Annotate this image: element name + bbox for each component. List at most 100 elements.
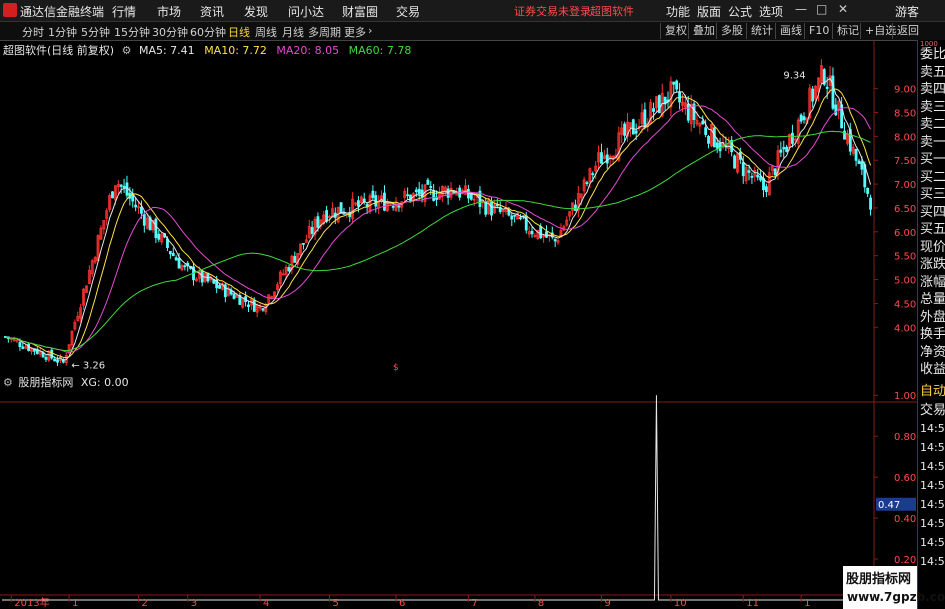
side-field-0: 委比 — [920, 47, 945, 62]
menu-market-quotes[interactable]: 行情 — [112, 3, 136, 20]
menu-news[interactable]: 资讯 — [200, 3, 224, 20]
menu-trade[interactable]: 交易 — [396, 3, 420, 20]
side-field-4: 卖二 — [920, 117, 945, 132]
candle-body — [631, 119, 635, 135]
side-field-6: 买一 — [920, 152, 945, 167]
statistics-button[interactable]: 统计 — [746, 23, 773, 39]
minimize-icon[interactable]: — — [795, 2, 807, 16]
back-button[interactable]: 返回 — [892, 23, 919, 39]
candle-body — [675, 80, 679, 90]
menu-wealth[interactable]: 财富圈 — [342, 3, 378, 20]
menu-ask[interactable]: 问小达 — [288, 3, 324, 20]
candle-body — [406, 194, 410, 197]
ma60-label: MA60: 7.78 — [348, 44, 412, 57]
indicator-legend: ⚙ 股朋指标网 XG: 0.00 — [3, 374, 129, 390]
trade-login-warning[interactable]: 证券交易未登录 — [514, 3, 591, 19]
kline-chart[interactable]: $ 4.00 4.50 5.00 5.50 6.00 6.50 7.00 7.50 8.00 8.… — [0, 40, 917, 609]
side-bottom-2: 14:56 — [920, 422, 945, 435]
candle-body — [495, 204, 499, 207]
candle-body — [183, 265, 187, 268]
maximize-icon[interactable]: □ — [816, 2, 827, 16]
guest-button[interactable]: 游客 — [895, 3, 919, 20]
candle-body — [426, 179, 430, 185]
candle-body — [134, 204, 138, 208]
period-30min[interactable]: 30分钟 — [152, 24, 188, 40]
watermark-logo: 股朋指标网 www.7gpzb.com — [843, 566, 945, 609]
draw-line-button[interactable]: 画线 — [775, 23, 802, 39]
candle-body — [429, 186, 433, 188]
menu-formula[interactable]: 公式 — [728, 3, 752, 20]
period-multi[interactable]: 多周期 — [308, 24, 341, 40]
period-more-chevron-icon[interactable]: › — [368, 24, 372, 37]
period-monthly[interactable]: 月线 — [282, 24, 304, 40]
app-title: 通达信金融终端 — [20, 5, 105, 19]
candle-body — [466, 189, 470, 199]
side-bottom-1: 交易 — [920, 403, 945, 418]
watermark-url: www.7gpzb.com — [847, 590, 945, 604]
period-intraday[interactable]: 分时 — [22, 24, 44, 40]
adjust-button[interactable]: 复权 — [660, 23, 687, 39]
side-bottom-0: 自动 — [920, 384, 945, 399]
indicator-settings-icon[interactable]: ⚙ — [3, 376, 13, 389]
candle-body — [539, 225, 543, 239]
candle-body — [342, 212, 346, 215]
mark-button[interactable]: 标记 — [832, 23, 859, 39]
period-15min[interactable]: 15分钟 — [114, 24, 150, 40]
menu-discover[interactable]: 发现 — [244, 3, 268, 20]
candle-body — [310, 227, 314, 234]
period-toolbar: 分时 1分钟 5分钟 15分钟 30分钟 60分钟 日线 周线 月线 多周期 更… — [0, 22, 945, 41]
period-5min[interactable]: 5分钟 — [81, 24, 110, 40]
candle-body — [261, 308, 265, 311]
side-bottom-8: 14:56 — [920, 536, 945, 549]
candle-body — [782, 147, 786, 150]
watermark-title: 股朋指标网 — [846, 572, 912, 587]
candle-body — [293, 256, 297, 263]
quote-side-panel: 1000 委比 卖五 卖四 卖三 卖二 卖一 买一 买二 买三 买四 买五 现价 涨跌 涨幅 总量 外盘 换手 净资… — [917, 40, 945, 609]
candle-body — [168, 250, 172, 255]
time-tick-label: 11 — [746, 598, 759, 609]
candle-body — [764, 186, 768, 193]
add-favorite-button[interactable]: +自选 — [860, 23, 896, 39]
period-weekly[interactable]: 周线 — [255, 24, 277, 40]
side-field-18: 收益 — [920, 362, 945, 377]
menu-function[interactable]: 功能 — [666, 3, 690, 20]
ma5-line — [5, 77, 872, 361]
period-1min[interactable]: 1分钟 — [48, 24, 77, 40]
side-bottom-6: 14:56 — [920, 498, 945, 511]
time-tick-label: 2 — [142, 598, 148, 609]
candle-body — [446, 188, 450, 198]
side-field-11: 现价 — [920, 239, 945, 255]
side-field-15: 外盘 — [920, 309, 945, 325]
candle-body — [371, 190, 375, 198]
candle-body — [811, 88, 815, 102]
menu-layout[interactable]: 版面 — [697, 3, 721, 20]
candle-body — [391, 205, 395, 208]
price-tick-label: 7.50 — [894, 156, 916, 167]
period-daily[interactable]: 日线 — [228, 24, 250, 40]
candle-body — [785, 146, 789, 152]
multi-stock-button[interactable]: 多股 — [716, 23, 743, 39]
candle-body — [623, 123, 627, 136]
period-60min[interactable]: 60分钟 — [190, 24, 226, 40]
candle-body — [417, 188, 421, 195]
side-field-17: 净资 — [920, 344, 945, 360]
candle-body — [177, 257, 181, 269]
close-icon[interactable]: ✕ — [838, 2, 848, 16]
menu-options[interactable]: 选项 — [759, 3, 783, 20]
candle-body — [469, 193, 473, 200]
candle-body — [574, 204, 577, 211]
period-more[interactable]: 更多 — [344, 24, 366, 40]
side-field-13: 涨幅 — [920, 274, 945, 290]
candle-body — [490, 201, 493, 216]
side-field-7: 买二 — [920, 169, 945, 185]
time-tick-label: 3 — [191, 598, 197, 609]
candle-body — [484, 201, 488, 215]
time-tick-label: 7 — [471, 598, 477, 609]
candle-body — [530, 230, 534, 235]
candle-body — [634, 130, 638, 134]
overlay-button[interactable]: 叠加 — [688, 23, 715, 39]
f10-button[interactable]: F10 — [804, 23, 829, 39]
menu-market[interactable]: 市场 — [157, 3, 181, 20]
candle-body — [600, 152, 603, 164]
settings-gear-icon[interactable]: ⚙ — [122, 44, 132, 57]
